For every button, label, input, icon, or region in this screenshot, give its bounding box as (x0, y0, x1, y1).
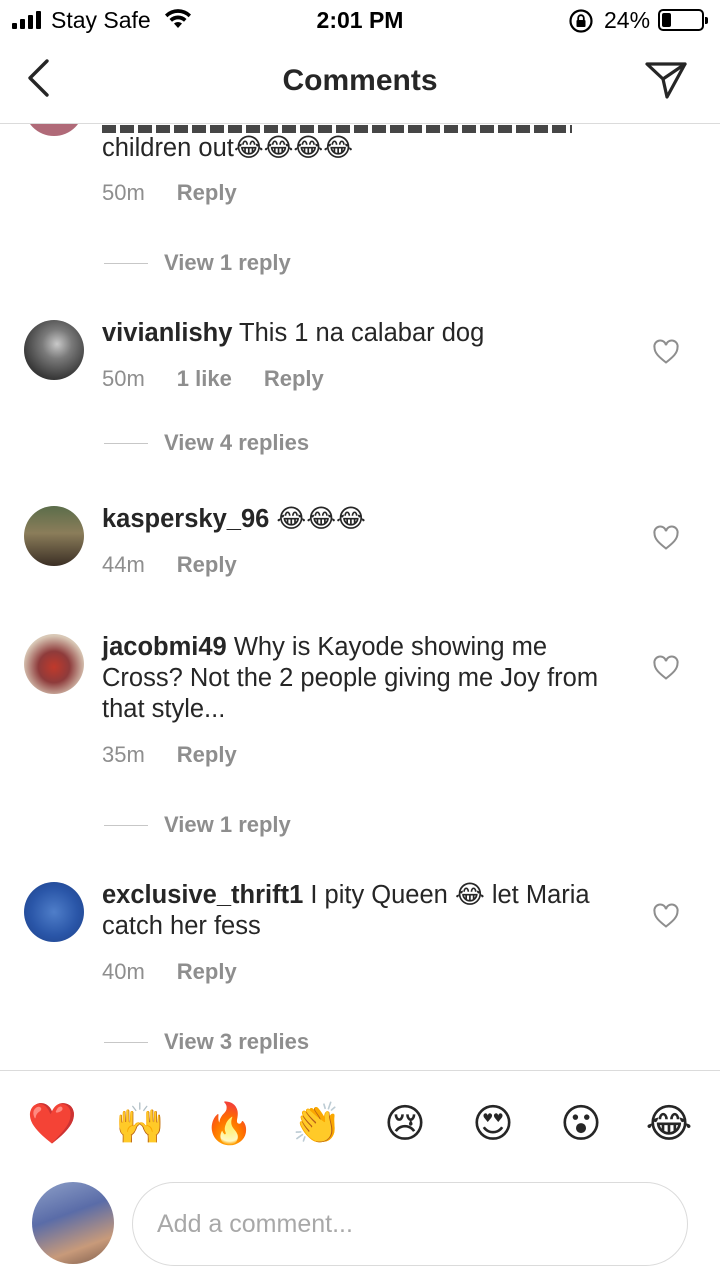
view-replies-label: View 1 reply (164, 250, 291, 275)
avatar[interactable] (24, 882, 84, 942)
share-button[interactable] (640, 58, 692, 102)
comment-time: 44m (102, 552, 145, 577)
comment-composer (0, 1172, 720, 1280)
avatar[interactable] (24, 320, 84, 380)
view-replies-label: View 4 replies (164, 430, 310, 455)
view-replies-label: View 3 replies (164, 1029, 310, 1054)
battery-icon (658, 9, 708, 31)
comment-body: This 1 na calabar dog (239, 319, 485, 347)
reply-button[interactable]: Reply (177, 180, 237, 206)
heart-eyes-emoji-button[interactable]: 😍 (468, 1099, 518, 1149)
comment-time: 35m (102, 742, 145, 767)
heart-icon[interactable] (652, 902, 680, 930)
comment-time: 40m (102, 959, 145, 984)
reply-button[interactable]: Reply (264, 366, 324, 392)
raised-hands-emoji-button[interactable]: 🙌 (115, 1099, 165, 1149)
likes-count[interactable]: 1 like (177, 366, 232, 392)
view-replies-button[interactable]: View 4 replies (104, 430, 309, 456)
surprised-emoji-button[interactable]: 😮 (556, 1099, 606, 1149)
heart-icon[interactable] (652, 338, 680, 366)
clapping-emoji-button[interactable]: 👏 (292, 1099, 342, 1149)
heart-icon[interactable] (652, 654, 680, 682)
comment-text-line: children out😂😂😂😂 (102, 134, 354, 162)
back-button[interactable] (18, 56, 58, 100)
view-replies-button[interactable]: View 1 reply (104, 250, 291, 276)
avatar[interactable] (24, 506, 84, 566)
divider-line (104, 262, 148, 264)
comment-time: 50m (102, 180, 145, 205)
comment-text: children out😂😂😂😂 (102, 124, 602, 164)
comment-username[interactable]: vivianlishy (102, 319, 232, 347)
header: Comments (0, 40, 720, 124)
page-title: Comments (282, 64, 438, 97)
battery-percentage: 24% (604, 7, 651, 33)
emoji-quick-reactions: ❤️ 🙌 🔥 👏 😢 😍 😮 😂 (0, 1070, 720, 1172)
fire-emoji-button[interactable]: 🔥 (204, 1099, 254, 1149)
heart-icon[interactable] (652, 524, 680, 552)
comment-username[interactable]: kaspersky_96 (102, 505, 269, 533)
rotation-lock-icon (569, 9, 593, 33)
my-avatar (32, 1182, 114, 1264)
comments-list[interactable]: children out😂😂😂😂 50m Reply View 1 reply … (0, 124, 720, 1070)
view-replies-label: View 1 reply (164, 812, 291, 837)
comment-body: 😂😂😂 (276, 505, 366, 533)
crying-emoji-button[interactable]: 😢 (380, 1099, 430, 1149)
reply-button[interactable]: Reply (177, 552, 237, 578)
avatar[interactable] (24, 124, 84, 136)
reply-button[interactable]: Reply (177, 742, 237, 768)
comment-username[interactable]: exclusive_thrift1 (102, 881, 303, 909)
view-replies-button[interactable]: View 1 reply (104, 812, 291, 838)
comment-username[interactable]: jacobmi49 (102, 633, 227, 661)
chevron-left-icon (28, 59, 49, 97)
comment-input[interactable] (132, 1182, 688, 1266)
laughing-emoji-button[interactable]: 😂 (644, 1099, 694, 1149)
avatar[interactable] (24, 634, 84, 694)
heart-emoji-button[interactable]: ❤️ (27, 1099, 77, 1149)
view-replies-button[interactable]: View 3 replies (104, 1029, 309, 1055)
divider-line (104, 442, 148, 444)
divider-line (104, 824, 148, 826)
comment-time: 50m (102, 366, 145, 391)
status-bar: Stay Safe 2:01 PM 24% (0, 0, 720, 40)
divider-line (104, 1041, 148, 1043)
paper-plane-icon (645, 62, 687, 99)
reply-button[interactable]: Reply (177, 959, 237, 985)
